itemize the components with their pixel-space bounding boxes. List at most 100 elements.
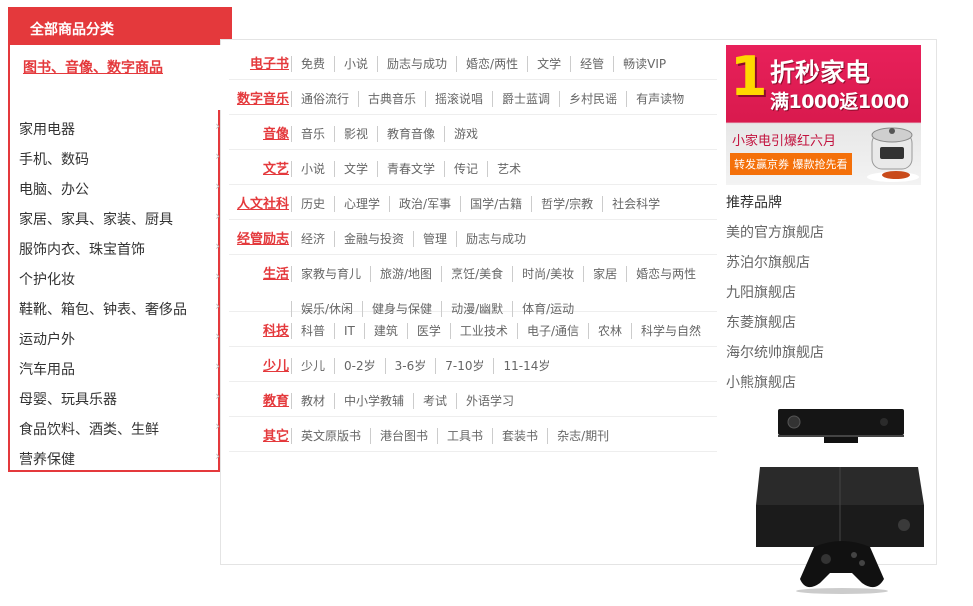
subcategory-link[interactable]: 经济 xyxy=(291,231,334,247)
subcategory-title-link[interactable]: 教育 xyxy=(263,390,289,409)
subcategory-link[interactable]: 教育音像 xyxy=(377,126,444,142)
subcategory-title-link[interactable]: 文艺 xyxy=(263,158,289,177)
subcategory-link[interactable]: 英文原版书 xyxy=(291,428,370,444)
category-item[interactable]: 运动户外 › xyxy=(10,322,220,352)
subcategory-link[interactable]: 励志与成功 xyxy=(456,231,535,247)
recommended-brands-title: 推荐品牌 xyxy=(726,195,782,211)
subcategory-link[interactable]: 通俗流行 xyxy=(291,91,358,107)
subcategory-link[interactable]: 工具书 xyxy=(437,428,492,444)
category-item[interactable]: 电脑、办公 › xyxy=(10,172,220,202)
subcategory-link[interactable]: 国学/古籍 xyxy=(460,196,531,212)
subcategory-link[interactable]: 农林 xyxy=(587,323,631,339)
subcategory-link[interactable]: 畅读VIP xyxy=(613,56,675,72)
subcategory-link[interactable]: 爵士蓝调 xyxy=(492,91,559,107)
category-item-label: 运动户外 xyxy=(19,332,75,348)
subcategory-link[interactable]: 社会科学 xyxy=(602,196,669,212)
subcategory-link[interactable]: 游戏 xyxy=(444,126,487,142)
subcategory-link[interactable]: 文学 xyxy=(334,161,377,177)
subcategory-row: 数字音乐 通俗流行 古典音乐 摇滚说唱 爵士蓝调 乡村民谣 有声读物 xyxy=(229,80,717,115)
subcategory-link[interactable]: 工业技术 xyxy=(449,323,517,339)
chevron-right-icon: › xyxy=(215,149,220,163)
category-item-label: 汽车用品 xyxy=(19,362,75,378)
subcategory-link[interactable]: 时尚/美妆 xyxy=(512,266,583,282)
category-item[interactable]: 母婴、玩具乐器 › xyxy=(10,382,220,412)
subcategory-link[interactable]: 3-6岁 xyxy=(384,358,436,374)
active-category[interactable]: 图书、音像、数字商品 xyxy=(8,45,222,110)
subcategory-link[interactable]: 管理 xyxy=(413,231,456,247)
subcategory-title-link[interactable]: 经管励志 xyxy=(237,228,289,247)
subcategory-link[interactable]: IT xyxy=(334,323,364,339)
chevron-right-icon: › xyxy=(215,209,220,223)
subcategory-link[interactable]: 科学与自然 xyxy=(631,323,710,339)
subcategory-link[interactable]: 金融与投资 xyxy=(334,231,413,247)
category-item[interactable]: 家用电器 › xyxy=(10,112,220,142)
subcategory-title-link[interactable]: 科技 xyxy=(263,320,289,339)
promo-button[interactable]: 转发赢京券 爆款抢先看 xyxy=(730,153,852,175)
subcategory-link[interactable]: 家居 xyxy=(583,266,626,282)
subcategory-link[interactable]: 艺术 xyxy=(487,161,530,177)
category-item[interactable]: 鞋靴、箱包、钟表、奢侈品 › xyxy=(10,292,220,322)
category-item[interactable]: 服饰内衣、珠宝首饰 › xyxy=(10,232,220,262)
subcategory-link[interactable]: 文学 xyxy=(527,56,570,72)
subcategory-title-link[interactable]: 数字音乐 xyxy=(237,88,289,107)
subcategory-title-link[interactable]: 电子书 xyxy=(250,53,289,72)
subcategory-link[interactable]: 免费 xyxy=(291,56,334,72)
subcategory-link[interactable]: 励志与成功 xyxy=(377,56,456,72)
subcategory-link[interactable]: 小说 xyxy=(334,56,377,72)
subcategory-link[interactable]: 哲学/宗教 xyxy=(531,196,602,212)
subcategory-link[interactable]: 电子/通信 xyxy=(516,323,588,339)
subcategory-link[interactable]: 7-10岁 xyxy=(435,358,493,374)
subcategory-link[interactable]: 有声读物 xyxy=(626,91,693,107)
subcategory-link[interactable]: 音乐 xyxy=(291,126,334,142)
brand-link[interactable]: 小熊旗舰店 xyxy=(726,372,796,392)
brand-link[interactable]: 九阳旗舰店 xyxy=(726,282,796,302)
subcategory-link[interactable]: 杂志/期刊 xyxy=(547,428,618,444)
subcategory-link[interactable]: 中小学教辅 xyxy=(334,393,413,409)
promo-banner[interactable]: 1 折秒家电 满1000返1000 小家电引爆红六月 转发赢京券 爆款抢先看 xyxy=(726,45,921,185)
brand-link[interactable]: 苏泊尔旗舰店 xyxy=(726,252,810,272)
subcategory-link[interactable]: 青春文学 xyxy=(377,161,444,177)
subcategory-link[interactable]: 影视 xyxy=(334,126,377,142)
category-item[interactable]: 食品饮料、酒类、生鲜 › xyxy=(10,412,220,442)
brand-link[interactable]: 美的官方旗舰店 xyxy=(726,222,824,242)
subcategory-link[interactable]: 心理学 xyxy=(334,196,389,212)
subcategory-link[interactable]: 小说 xyxy=(291,161,334,177)
subcategory-link[interactable]: 婚恋与两性 xyxy=(626,266,705,282)
subcategory-link[interactable]: 外语学习 xyxy=(456,393,523,409)
subcategory-title-link[interactable]: 其它 xyxy=(263,425,289,444)
subcategory-title-link[interactable]: 音像 xyxy=(263,123,289,142)
active-category-link[interactable]: 图书、音像、数字商品 xyxy=(23,57,163,77)
brand-link[interactable]: 海尔统帅旗舰店 xyxy=(726,342,824,362)
subcategory-title-link[interactable]: 生活 xyxy=(263,263,289,282)
category-item[interactable]: 汽车用品 › xyxy=(10,352,220,382)
subcategory-link[interactable]: 历史 xyxy=(291,196,334,212)
subcategory-link[interactable]: 医学 xyxy=(406,323,450,339)
subcategory-link[interactable]: 婚恋/两性 xyxy=(456,56,527,72)
subcategory-link[interactable]: 少儿 xyxy=(291,358,334,374)
subcategory-title-link[interactable]: 少儿 xyxy=(263,355,289,374)
subcategory-link[interactable]: 烹饪/美食 xyxy=(441,266,512,282)
category-item[interactable]: 个护化妆 › xyxy=(10,262,220,292)
subcategory-link[interactable]: 考试 xyxy=(413,393,456,409)
brand-link[interactable]: 东菱旗舰店 xyxy=(726,312,796,332)
subcategory-link[interactable]: 摇滚说唱 xyxy=(425,91,492,107)
subcategory-link[interactable]: 古典音乐 xyxy=(358,91,425,107)
subcategory-link[interactable]: 旅游/地图 xyxy=(370,266,441,282)
subcategory-link[interactable]: 港台图书 xyxy=(370,428,437,444)
subcategory-link[interactable]: 经管 xyxy=(570,56,613,72)
subcategory-link[interactable]: 11-14岁 xyxy=(493,358,559,374)
subcategory-link[interactable]: 0-2岁 xyxy=(334,358,385,374)
subcategory-link[interactable]: 政治/军事 xyxy=(389,196,460,212)
subcategory-link[interactable]: 套装书 xyxy=(492,428,547,444)
subcategory-link[interactable]: 建筑 xyxy=(363,323,407,339)
subcategory-link[interactable]: 教材 xyxy=(291,393,334,409)
category-item[interactable]: 手机、数码 › xyxy=(10,142,220,172)
subcategory-link[interactable]: 乡村民谣 xyxy=(559,91,626,107)
subcategory-title-link[interactable]: 人文社科 xyxy=(237,193,289,212)
subcategory-link[interactable]: 家教与育儿 xyxy=(291,266,370,282)
subcategory-link[interactable]: 传记 xyxy=(444,161,487,177)
all-categories-header[interactable]: 全部商品分类 xyxy=(8,7,232,45)
category-item[interactable]: 营养保健 › xyxy=(10,442,220,472)
category-item[interactable]: 家居、家具、家装、厨具 › xyxy=(10,202,220,232)
subcategory-link[interactable]: 科普 xyxy=(291,323,334,339)
